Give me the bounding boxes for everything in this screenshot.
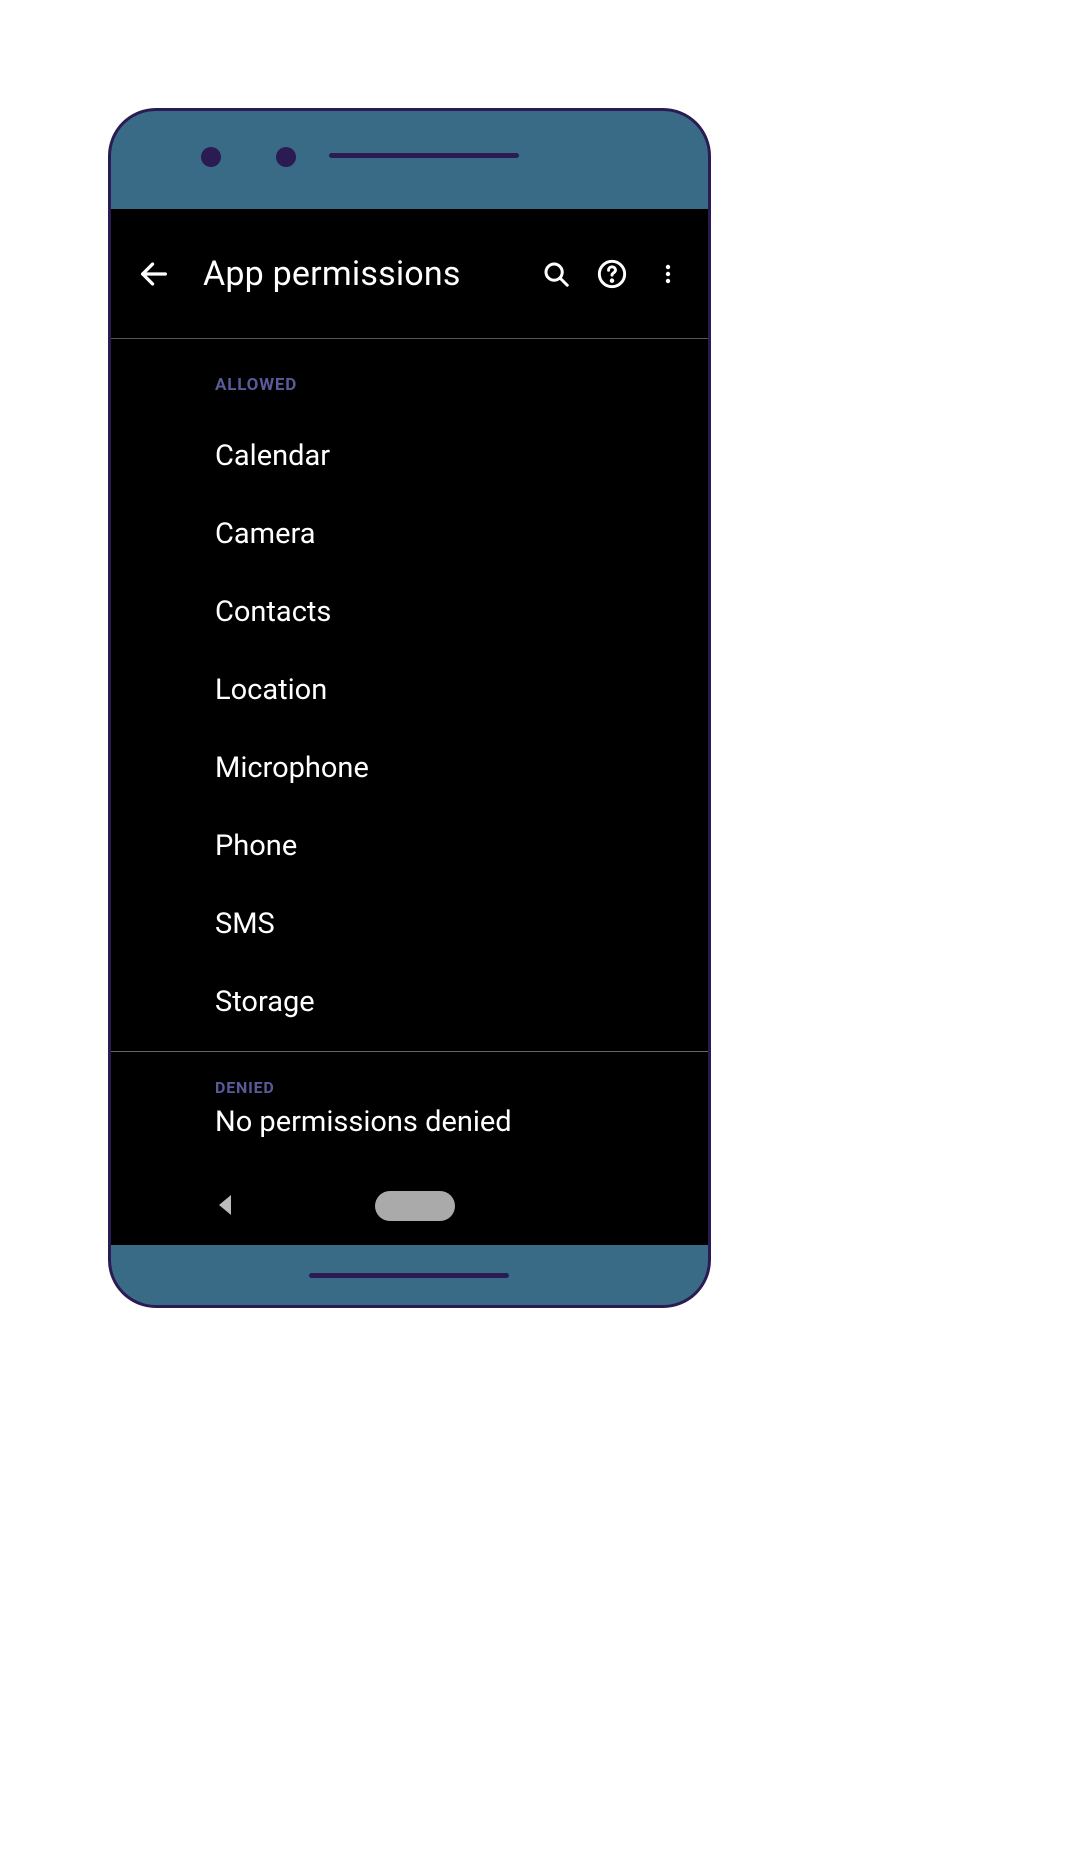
permission-item-calendar[interactable]: Calendar (111, 417, 708, 495)
overflow-menu-button[interactable] (646, 252, 690, 296)
phone-bezel-top (111, 111, 708, 209)
nav-home-pill[interactable] (375, 1191, 455, 1221)
allowed-section-header: Allowed (111, 375, 708, 395)
app-bar: App permissions (111, 209, 708, 339)
nav-back-button[interactable] (219, 1195, 231, 1215)
more-vert-icon (656, 262, 680, 286)
permission-item-camera[interactable]: Camera (111, 495, 708, 573)
speaker-icon (329, 153, 519, 158)
denied-section: Denied No permissions denied (111, 1052, 708, 1139)
back-button[interactable] (133, 253, 175, 295)
arrow-left-icon (137, 257, 171, 291)
search-icon (541, 259, 571, 289)
permission-item-phone[interactable]: Phone (111, 807, 708, 885)
denied-section-header: Denied (111, 1078, 708, 1097)
help-icon (596, 258, 628, 290)
search-button[interactable] (534, 252, 578, 296)
system-navbar (111, 1173, 708, 1245)
permission-item-microphone[interactable]: Microphone (111, 729, 708, 807)
camera-dot-icon (276, 147, 296, 167)
speaker-icon (309, 1273, 509, 1278)
camera-dot-icon (201, 147, 221, 167)
screen: App permissions Allowed Calendar Camera … (111, 209, 708, 1245)
permission-item-storage[interactable]: Storage (111, 963, 708, 1041)
phone-frame: App permissions Allowed Calendar Camera … (108, 108, 711, 1308)
page-title: App permissions (203, 254, 522, 294)
phone-bezel-bottom (111, 1245, 708, 1305)
permission-item-location[interactable]: Location (111, 651, 708, 729)
permission-item-sms[interactable]: SMS (111, 885, 708, 963)
permission-item-contacts[interactable]: Contacts (111, 573, 708, 651)
denied-empty-text: No permissions denied (111, 1105, 708, 1139)
allowed-section: Allowed Calendar Camera Contacts Locatio… (111, 339, 708, 1041)
help-button[interactable] (590, 252, 634, 296)
